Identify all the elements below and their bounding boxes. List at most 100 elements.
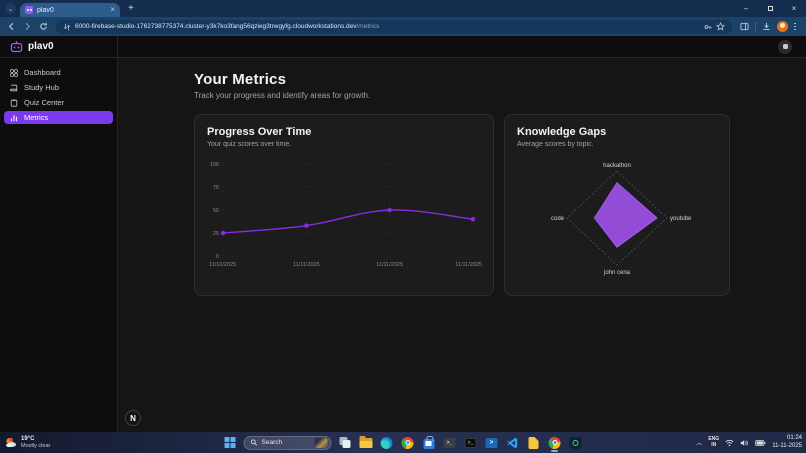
url-text: 6000-firebase-studio-1762738775374.clust… xyxy=(75,23,380,30)
svg-text:youtube: youtube xyxy=(670,216,692,222)
brand[interactable]: plav0 xyxy=(0,36,118,57)
volume-icon[interactable] xyxy=(740,439,749,447)
wifi-icon[interactable] xyxy=(725,439,734,447)
radar-chart: hackathon youtube john cena code xyxy=(517,156,717,284)
window-close-button[interactable]: × xyxy=(782,0,806,17)
brand-name: plav0 xyxy=(28,41,54,52)
system-tray: ︿ ENG IN 01:24 11-11-2025 xyxy=(696,432,802,453)
app-window: plav0 Dashboard Study Hub Quiz Center Metri… xyxy=(0,36,806,432)
windows-logo-icon xyxy=(224,436,237,449)
tab-close-icon[interactable]: × xyxy=(110,6,115,14)
taskbar-search[interactable]: Search xyxy=(243,435,332,450)
clock-time: 01:24 xyxy=(786,435,802,442)
taskbar-icon-powershell[interactable]: > xyxy=(484,434,500,452)
screen: ⌄ plav0 × + – × 6000-firebase-studio-176… xyxy=(0,0,806,453)
edge-icon xyxy=(380,436,393,449)
forward-button[interactable] xyxy=(20,20,34,34)
sidebar-item-label: Study Hub xyxy=(24,83,60,92)
tab-title: plav0 xyxy=(37,6,54,14)
sidebar-item-study-hub[interactable]: Study Hub xyxy=(4,81,113,94)
knowledge-gaps-card: Knowledge Gaps Average scores by topic. … xyxy=(504,114,730,296)
card-title: Knowledge Gaps xyxy=(517,126,607,138)
powershell-icon: > xyxy=(485,437,498,448)
taskbar-icon-teal-app[interactable] xyxy=(568,434,584,452)
user-avatar[interactable] xyxy=(778,39,792,54)
chrome-icon xyxy=(401,436,414,449)
terminal-icon: >_ xyxy=(443,437,456,448)
robot-logo-icon xyxy=(10,40,23,52)
svg-text:11/11/2025: 11/11/2025 xyxy=(376,262,403,268)
browser-tab[interactable]: plav0 × xyxy=(20,3,120,17)
window-minimize-button[interactable]: – xyxy=(734,0,758,17)
task-view-icon xyxy=(339,437,350,448)
weather-widget[interactable]: 19°C Mostly clear xyxy=(0,436,50,449)
chrome-active-icon xyxy=(548,436,561,449)
sidebar-item-quiz-center[interactable]: Quiz Center xyxy=(4,96,113,109)
tab-search-button[interactable]: ⌄ xyxy=(5,3,16,14)
taskbar-icon-notes[interactable] xyxy=(526,434,542,452)
taskbar-icon-vscode[interactable] xyxy=(505,434,521,452)
svg-text:0: 0 xyxy=(216,254,219,260)
search-icon xyxy=(250,439,258,446)
svg-text:75: 75 xyxy=(213,185,219,191)
sidebar-item-label: Quiz Center xyxy=(24,98,65,107)
book-icon xyxy=(10,84,18,91)
toolbar-divider xyxy=(755,22,756,31)
taskbar-icon-chrome-active[interactable] xyxy=(547,434,563,452)
page-title: Your Metrics xyxy=(194,71,287,88)
taskbar-icon-terminal[interactable]: >_ xyxy=(442,434,458,452)
battery-icon[interactable] xyxy=(755,439,766,447)
svg-text:john cena: john cena xyxy=(603,270,631,276)
sidebar-item-metrics[interactable]: Metrics xyxy=(4,111,113,124)
hidden-icons-chevron[interactable]: ︿ xyxy=(696,438,702,447)
site-info-icon[interactable] xyxy=(63,23,71,31)
browser-titlebar: ⌄ plav0 × + – × xyxy=(0,0,806,17)
microsoft-store-icon xyxy=(423,436,434,449)
browser-toolbar: 6000-firebase-studio-1762738775374.clust… xyxy=(0,17,806,36)
page-subtitle: Track your progress and identify areas f… xyxy=(194,91,371,100)
svg-text:25: 25 xyxy=(213,231,219,237)
bar-chart-icon xyxy=(11,114,17,121)
vscode-icon xyxy=(507,437,518,448)
tab-favicon-icon xyxy=(25,6,33,14)
sidebar: Dashboard Study Hub Quiz Center Metrics xyxy=(0,58,118,432)
window-maximize-button[interactable] xyxy=(758,0,782,17)
new-tab-button[interactable]: + xyxy=(128,3,134,14)
side-panel-icon[interactable] xyxy=(740,22,749,31)
dashboard-icon xyxy=(10,68,18,77)
sidebar-item-label: Metrics xyxy=(24,113,49,122)
browser-profile-avatar[interactable] xyxy=(777,21,788,32)
card-subtitle: Average scores by topic. xyxy=(517,141,594,148)
browser-menu-icon[interactable] xyxy=(794,22,796,31)
taskbar-icon-edge[interactable] xyxy=(379,434,395,452)
sidebar-item-dashboard[interactable]: Dashboard xyxy=(4,66,113,79)
svg-text:100: 100 xyxy=(210,162,219,168)
svg-text:11/11/2025: 11/11/2025 xyxy=(455,262,482,268)
language-indicator[interactable]: ENG IN xyxy=(708,436,719,448)
start-button[interactable] xyxy=(223,434,239,452)
weather-temp: 19°C xyxy=(21,435,35,442)
radar-chart-svg: hackathon youtube john cena code xyxy=(551,163,692,276)
taskbar: 19°C Mostly clear Search >_ >_ > ︿ ENG IN xyxy=(0,432,806,453)
reload-button[interactable] xyxy=(36,20,50,34)
url-bar[interactable]: 6000-firebase-studio-1762738775374.clust… xyxy=(56,19,732,34)
bookmark-star-icon[interactable] xyxy=(716,22,725,31)
taskbar-icon-file-explorer[interactable] xyxy=(358,434,374,452)
url-path: /metrics xyxy=(356,23,380,30)
password-key-icon[interactable] xyxy=(704,23,712,31)
taskbar-icon-chrome[interactable] xyxy=(400,434,416,452)
svg-text:code: code xyxy=(551,216,565,222)
taskbar-clock[interactable]: 01:24 11-11-2025 xyxy=(772,435,802,449)
nextjs-dev-badge[interactable]: N xyxy=(125,410,141,426)
line-chart-svg: 0 25 50 75 100 11/10/2025 11/11/2025 11/11/2025… xyxy=(209,162,482,268)
progress-over-time-card: Progress Over Time Your quiz scores over… xyxy=(194,114,494,296)
search-highlight-image xyxy=(314,437,328,448)
download-icon[interactable] xyxy=(762,22,771,31)
clock-date: 11-11-2025 xyxy=(772,442,802,449)
svg-text:11/11/2025: 11/11/2025 xyxy=(293,262,320,268)
search-label: Search xyxy=(261,439,283,446)
taskbar-icon-store[interactable] xyxy=(421,434,437,452)
taskbar-icon-command-prompt[interactable]: >_ xyxy=(463,434,479,452)
back-button[interactable] xyxy=(4,20,18,34)
taskbar-icon-task-view[interactable] xyxy=(337,434,353,452)
